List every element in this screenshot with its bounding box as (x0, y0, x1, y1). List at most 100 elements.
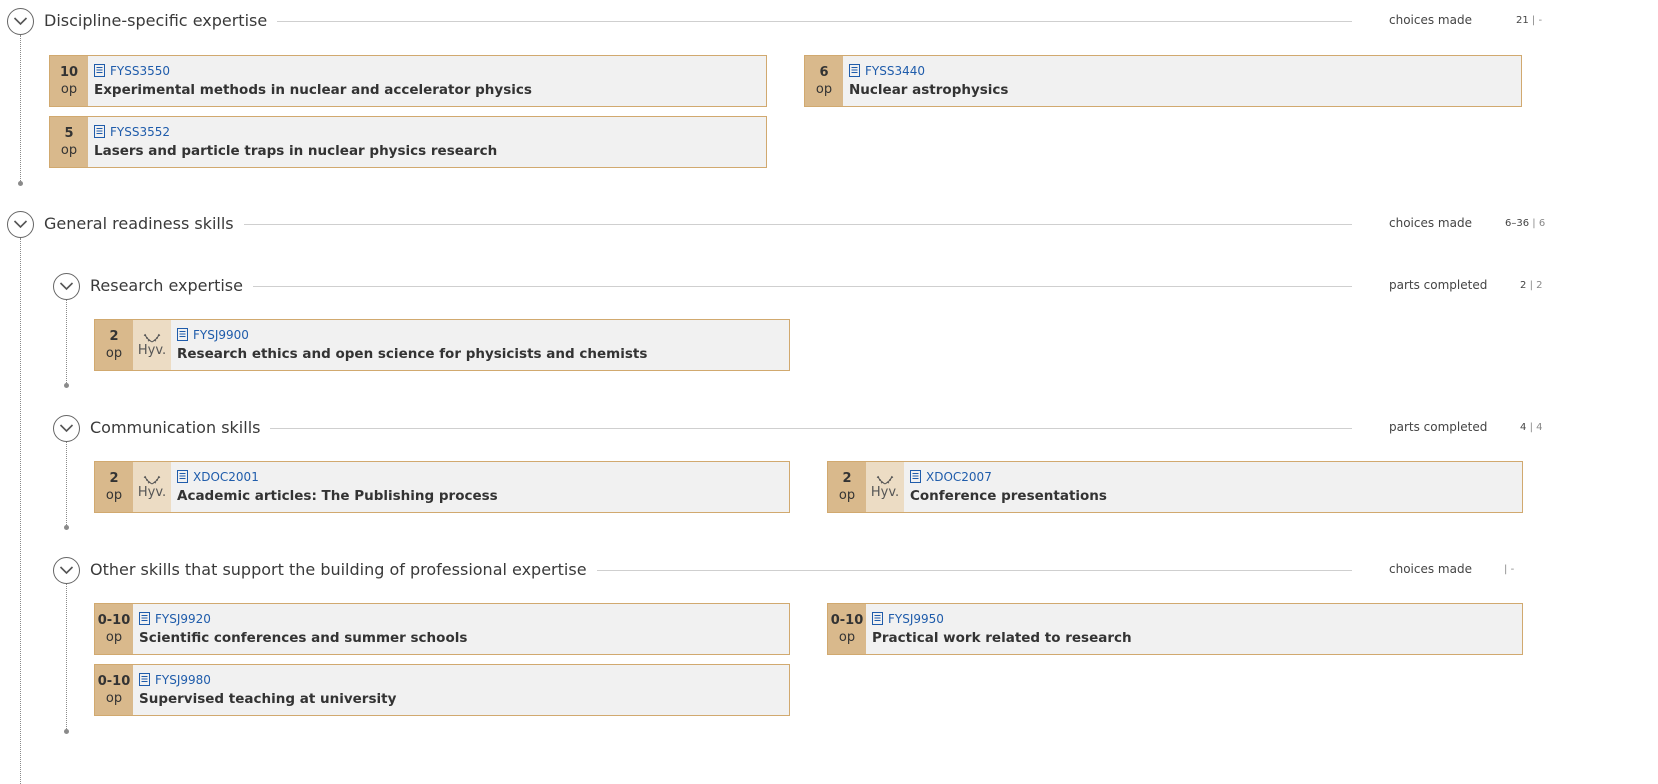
course-card-fyss3440[interactable]: 6 op FYSS3440 Nuclear astrophysics (804, 55, 1522, 107)
course-card-fyss3552[interactable]: 5 op FYSS3552 Lasers and particle traps i… (49, 116, 767, 168)
grade-value: Hyv. (870, 485, 900, 500)
course-card-fysj9920[interactable]: 0-10 op FYSJ9920 Scientific conferences a… (94, 603, 790, 655)
grade-box: Hyv. (133, 462, 171, 512)
course-card-fysj9950[interactable]: 0-10 op FYSJ9950 Practical work related t… (827, 603, 1523, 655)
collapse-toggle-communication[interactable] (53, 415, 80, 442)
credits-box: 0-10 op (828, 604, 866, 654)
course-card-fysj9900[interactable]: 2 op Hyv. FYSJ9900 Research ethics and op… (94, 319, 790, 371)
count-limit: 4 (1536, 422, 1543, 433)
credits-box: 0-10 op (95, 665, 133, 715)
tree-line-research (66, 299, 67, 385)
collapse-toggle-discipline[interactable] (7, 8, 34, 35)
course-code-link[interactable]: FYSJ9950 (888, 612, 944, 626)
credits-box: 2 op (828, 462, 866, 512)
subsection-title: Communication skills (90, 418, 271, 437)
course-code-link[interactable]: XDOC2001 (193, 470, 259, 484)
course-code-link[interactable]: FYSS3552 (110, 125, 170, 139)
section-counts: | - (1504, 564, 1515, 575)
section-counts: 2 | 2 (1520, 280, 1543, 291)
credits-box: 2 op (95, 462, 133, 512)
tree-line-communication (66, 441, 67, 527)
course-code-link[interactable]: FYSJ9920 (155, 612, 211, 626)
course-card-xdoc2001[interactable]: 2 op Hyv. XDOC2001 Academic articles: The… (94, 461, 790, 513)
chevron-down-icon (59, 282, 74, 291)
grade-box: Hyv. (866, 462, 904, 512)
subsection-title: Other skills that support the building o… (90, 560, 597, 579)
section-status: parts completed (1389, 278, 1488, 292)
document-icon (139, 612, 150, 625)
course-name: Supervised teaching at university (139, 691, 397, 707)
section-counts: 6–36 | 6 (1505, 218, 1546, 229)
collapse-toggle-other[interactable] (53, 557, 80, 584)
course-code-link[interactable]: FYSS3440 (865, 64, 925, 78)
document-icon (139, 673, 150, 686)
course-name: Research ethics and open science for phy… (177, 346, 648, 362)
count-value: 4 (1520, 422, 1527, 433)
course-code-link[interactable]: FYSJ9980 (155, 673, 211, 687)
section-status: parts completed (1389, 420, 1488, 434)
course-code-link[interactable]: FYSS3550 (110, 64, 170, 78)
section-counts: 4 | 4 (1520, 422, 1543, 433)
course-code-link[interactable]: XDOC2007 (926, 470, 992, 484)
count-limit: 2 (1536, 280, 1543, 291)
tree-line-other (66, 583, 67, 731)
section-divider (246, 428, 1352, 429)
tree-end-dot (64, 729, 69, 734)
document-icon (177, 328, 188, 341)
credits-box: 6 op (805, 56, 843, 106)
credits-box: 2 op (95, 320, 133, 370)
grade-value: Hyv. (137, 485, 167, 500)
tree-end-dot (18, 181, 23, 186)
section-title: Discipline-specific expertise (44, 11, 278, 30)
document-icon (94, 64, 105, 77)
count-value: 21 (1516, 15, 1529, 26)
section-divider (230, 286, 1352, 287)
laurel-icon (876, 475, 894, 485)
section-title: General readiness skills (44, 214, 244, 233)
section-divider (530, 570, 1352, 571)
section-status: choices made (1389, 562, 1472, 576)
course-name: Academic articles: The Publishing proces… (177, 488, 498, 504)
chevron-down-icon (13, 220, 28, 229)
count-limit: - (1538, 15, 1543, 26)
course-name: Experimental methods in nuclear and acce… (94, 82, 532, 98)
credits-box: 5 op (50, 117, 88, 167)
course-name: Practical work related to research (872, 630, 1132, 646)
tree-end-dot (64, 383, 69, 388)
course-name: Conference presentations (910, 488, 1107, 504)
document-icon (910, 470, 921, 483)
chevron-down-icon (59, 424, 74, 433)
section-status: choices made (1389, 216, 1472, 230)
document-icon (872, 612, 883, 625)
collapse-toggle-research[interactable] (53, 273, 80, 300)
tree-end-dot (64, 525, 69, 530)
course-name: Lasers and particle traps in nuclear phy… (94, 143, 498, 159)
subsection-title: Research expertise (90, 276, 253, 295)
tree-line-general (20, 238, 21, 784)
section-divider (247, 21, 1352, 22)
count-limit: - (1510, 564, 1515, 575)
course-name: Scientific conferences and summer school… (139, 630, 468, 646)
document-icon (849, 64, 860, 77)
document-icon (177, 470, 188, 483)
grade-value: Hyv. (137, 343, 167, 358)
chevron-down-icon (13, 17, 28, 26)
section-status: choices made (1389, 13, 1472, 27)
credits-box: 0-10 op (95, 604, 133, 654)
count-limit: 6 (1538, 218, 1546, 229)
credits-box: 10 op (50, 56, 88, 106)
section-divider (217, 224, 1352, 225)
course-card-xdoc2007[interactable]: 2 op Hyv. XDOC2007 Conference presentatio… (827, 461, 1523, 513)
course-card-fyss3550[interactable]: 10 op FYSS3550 Experimental methods in nu… (49, 55, 767, 107)
tree-line-discipline (20, 35, 21, 183)
collapse-toggle-general[interactable] (7, 211, 34, 238)
count-value: 2 (1520, 280, 1527, 291)
course-card-fysj9980[interactable]: 0-10 op FYSJ9980 Supervised teaching at u… (94, 664, 790, 716)
laurel-icon (143, 475, 161, 485)
course-name: Nuclear astrophysics (849, 82, 1009, 98)
document-icon (94, 125, 105, 138)
chevron-down-icon (59, 566, 74, 575)
grade-box: Hyv. (133, 320, 171, 370)
laurel-icon (143, 333, 161, 343)
course-code-link[interactable]: FYSJ9900 (193, 328, 249, 342)
